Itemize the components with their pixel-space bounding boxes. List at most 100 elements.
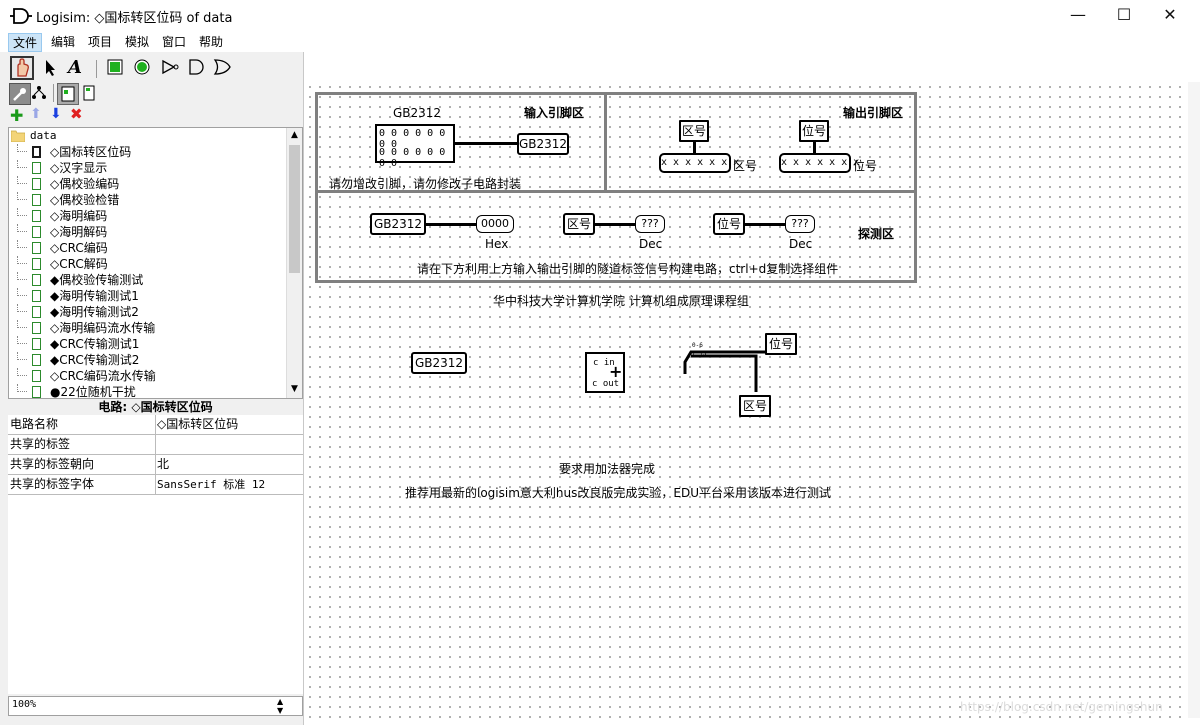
tree-connector [17, 288, 27, 296]
wire [455, 142, 517, 145]
gb2312-input-pin[interactable]: 0 0 0 0 0 0 0 0 0 0 0 0 0 0 0 0 [375, 124, 455, 169]
minimize-button[interactable]: — [1055, 0, 1101, 30]
prop-row[interactable]: 电路名称 ◇国标转区位码 [8, 415, 303, 435]
tree-icon [32, 86, 46, 99]
circuit-canvas[interactable]: 输入引脚区 GB2312 0 0 0 0 0 0 0 0 0 0 0 0 0 0… [305, 82, 1188, 718]
tree-connector [17, 240, 27, 248]
tree-item-label: ◆CRC传输测试2 [50, 353, 140, 367]
work-qu-tunnel[interactable]: 区号 [739, 395, 771, 417]
tree-connector [17, 320, 27, 328]
move-down-button[interactable]: ⬇ [50, 106, 62, 122]
circuit-icon [32, 354, 41, 366]
tree-item-label: ◆海明传输测试2 [50, 305, 139, 319]
tree-connector [17, 176, 27, 184]
simulation-view-button[interactable] [29, 83, 51, 105]
prop-key: 共享的标签 [10, 437, 71, 451]
scroll-thumb[interactable] [289, 145, 300, 273]
or-gate-tool-button[interactable] [212, 57, 234, 79]
add-circuit-button[interactable]: ✚ [10, 106, 23, 125]
close-button[interactable]: ✕ [1147, 0, 1193, 30]
circuit-icon [32, 306, 41, 318]
remove-circuit-button[interactable]: ✖ [70, 105, 83, 123]
maximize-button[interactable]: ☐ [1101, 0, 1147, 30]
canvas-scrollbar[interactable] [1188, 82, 1200, 718]
not-gate-tool-button[interactable] [160, 57, 182, 79]
arrow-up-icon: ⬆ [30, 106, 42, 122]
layout-view-button[interactable] [57, 83, 79, 105]
circuit-icon [32, 178, 41, 190]
minimize-icon: — [1070, 5, 1086, 24]
requirement-text: 要求用加法器完成 [559, 462, 656, 476]
probe-gb2312-tunnel[interactable]: GB2312 [370, 213, 426, 235]
wei-tunnel[interactable]: 位号 [799, 120, 829, 142]
toolbar-divider [96, 60, 97, 78]
prop-row[interactable]: 共享的标签 [8, 435, 303, 455]
tree-item-label: ◇国标转区位码 [50, 145, 132, 159]
plus-icon: ✚ [10, 106, 24, 125]
menu-edit[interactable]: 编辑 [47, 33, 79, 52]
credit-text: 华中科技大学计算机学院 计算机组成原理课程组 [493, 294, 749, 308]
circuit-icon [32, 258, 41, 270]
appearance-view-button[interactable] [79, 83, 101, 105]
and-gate-tool-button[interactable] [186, 57, 208, 79]
menu-window[interactable]: 窗口 [158, 33, 190, 52]
wire [595, 223, 635, 226]
output-pin-tool-button[interactable] [132, 57, 154, 79]
explorer-scrollbar[interactable]: ▲ ▼ [286, 128, 302, 398]
work-wei-tunnel[interactable]: 位号 [765, 333, 797, 355]
poke-tool-button[interactable] [10, 56, 34, 80]
circuit-icon [32, 370, 41, 382]
arrow-down-icon: ⬇ [50, 106, 62, 122]
menu-project[interactable]: 项目 [84, 33, 116, 52]
tree-item-label: ●22位随机干扰 [50, 385, 136, 399]
wei-probe[interactable]: ??? [785, 215, 815, 233]
wei-output-pin[interactable]: x x x x x x x [779, 153, 859, 173]
tree-connector [17, 144, 27, 152]
explorer-view-button[interactable] [9, 83, 31, 105]
title-bar: Logisim: ◇国标转区位码 of data — ☐ ✕ [0, 0, 1200, 32]
prop-value[interactable]: ◇国标转区位码 [157, 415, 238, 434]
select-tool-button[interactable] [40, 57, 62, 79]
input-pin-label: GB2312 [393, 106, 442, 120]
tree-connector [17, 192, 27, 200]
qu-output-pin[interactable]: x x x x x x x [659, 153, 739, 173]
probe-wei-tunnel[interactable]: 位号 [713, 213, 745, 235]
prop-row[interactable]: 共享的标签朝向 北 [8, 455, 303, 475]
gb2312-probe[interactable]: 0000 [476, 215, 514, 233]
zoom-spinner-icon[interactable]: ▲ ▼ [277, 697, 283, 715]
qu-output-label: 区号 [733, 159, 758, 173]
prop-row[interactable]: 共享的标签字体 SansSerif 标准 12 [8, 475, 303, 495]
menu-simulate[interactable]: 模拟 [121, 33, 153, 52]
tree-item-label: ◆CRC传输测试1 [50, 337, 140, 351]
adder-component[interactable]: c in c out + [585, 352, 625, 393]
input-pin-tool-button[interactable] [105, 57, 127, 79]
input-pin-icon [107, 59, 123, 75]
zoom-value[interactable]: 100% [12, 699, 36, 710]
splitter-bit-labels: 0-6 7-13 [692, 342, 707, 357]
close-icon: ✕ [1163, 5, 1177, 24]
prop-value[interactable]: SansSerif 标准 12 [157, 475, 265, 494]
probe-qu-tunnel[interactable]: 区号 [563, 213, 595, 235]
tree-connector [17, 304, 27, 312]
menu-help[interactable]: 帮助 [195, 33, 227, 52]
gb2312-tunnel[interactable]: GB2312 [517, 133, 569, 155]
gb2312-probe-radix: Hex [485, 237, 509, 251]
tree-item-label: ◆海明传输测试1 [50, 289, 139, 303]
move-up-button[interactable]: ⬆ [30, 106, 42, 122]
menu-file[interactable]: 文件 [8, 33, 43, 52]
prop-value[interactable]: 北 [157, 455, 169, 474]
qu-probe[interactable]: ??? [635, 215, 665, 233]
qu-tunnel[interactable]: 区号 [679, 120, 709, 142]
tree-item-label: ◇海明编码流水传输 [50, 321, 156, 335]
delete-x-icon: ✖ [70, 105, 83, 123]
text-tool-button[interactable]: A [68, 57, 90, 79]
zoom-control[interactable]: 100% ▲ ▼ [8, 696, 303, 716]
work-gb2312-tunnel[interactable]: GB2312 [411, 352, 467, 374]
tree-connector [17, 224, 27, 232]
circuit-explorer: data ◇国标转区位码 ◇汉字显示 ◇偶校验编码 ◇偶校验检错 ◇海明编码 ◇海明解码 ◇… [8, 127, 303, 399]
tree-item-label: ◇偶校验编码 [50, 177, 120, 191]
not-gate-icon [162, 59, 179, 75]
tree-item-label: ◇CRC解码 [50, 257, 108, 271]
scroll-up-icon[interactable]: ▲ [291, 130, 298, 140]
scroll-down-icon[interactable]: ▼ [291, 384, 298, 394]
